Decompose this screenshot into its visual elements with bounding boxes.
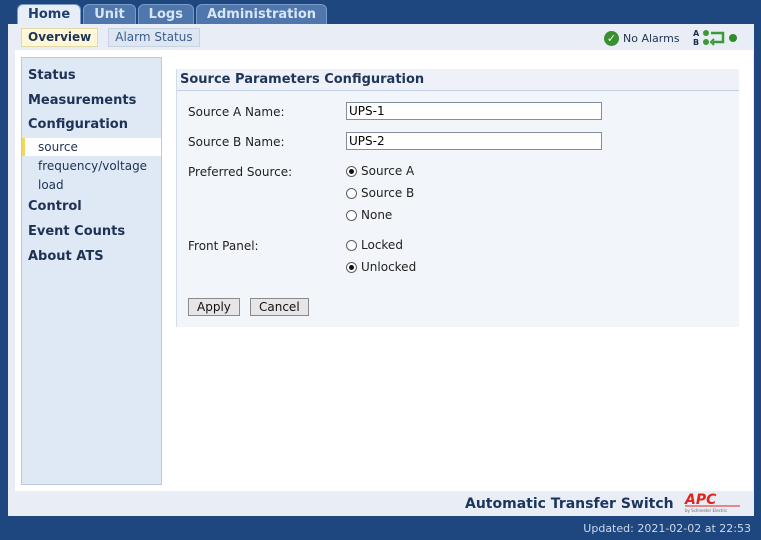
radio-none-label: None	[361, 208, 393, 222]
transfer-switch-icon: A B	[693, 29, 737, 47]
sidebar-item-about-ats[interactable]: About ATS	[28, 249, 104, 264]
radio-source-a-label: Source A	[361, 164, 415, 178]
preferred-source-label: Preferred Source:	[188, 165, 293, 179]
sidebar-item-status[interactable]: Status	[28, 68, 76, 83]
radio-none[interactable]: None	[346, 208, 392, 222]
radio-source-b-dot[interactable]	[346, 187, 357, 199]
alarm-status[interactable]: ✓ No Alarms	[604, 31, 680, 46]
tab-logs[interactable]: Logs	[137, 4, 194, 24]
product-name: Automatic Transfer Switch	[465, 496, 674, 512]
source-a-label: Source A Name:	[188, 105, 285, 119]
apc-logo-subtext: by Schneider Electric	[685, 508, 727, 513]
source-b-name-input[interactable]	[346, 132, 602, 150]
radio-source-a[interactable]: Source A	[346, 164, 414, 178]
ats-icon-letter-a: A	[693, 29, 700, 38]
sidebar-item-control[interactable]: Control	[28, 199, 82, 214]
subtab-alarm-status[interactable]: Alarm Status	[108, 28, 200, 47]
front-panel-label: Front Panel:	[188, 239, 259, 253]
radio-locked-dot[interactable]	[346, 239, 357, 251]
alarm-status-label: No Alarms	[623, 32, 680, 45]
tab-administration[interactable]: Administration	[195, 4, 328, 24]
radio-source-b[interactable]: Source B	[346, 186, 414, 200]
radio-source-b-label: Source B	[361, 186, 415, 200]
sidebar: Status Measurements Configuration source…	[21, 57, 162, 485]
top-nav: Home Unit Logs Administration	[17, 4, 328, 25]
radio-unlocked-label: Unlocked	[361, 260, 417, 274]
sidebar-item-configuration[interactable]: Configuration	[28, 117, 128, 132]
tab-unit[interactable]: Unit	[83, 4, 136, 24]
sidebar-subitem-load[interactable]: load	[38, 178, 64, 192]
radio-source-a-dot[interactable]	[346, 165, 357, 177]
ats-icon-letter-b: B	[693, 38, 699, 47]
subtab-overview[interactable]: Overview	[21, 28, 99, 47]
panel-title: Source Parameters Configuration	[177, 69, 739, 91]
sidebar-subitem-source[interactable]: source	[22, 138, 161, 156]
source-b-label: Source B Name:	[188, 135, 285, 149]
radio-unlocked[interactable]: Unlocked	[346, 260, 416, 274]
apply-button[interactable]: Apply	[188, 298, 240, 316]
apc-logo: APC by Schneider Electric	[684, 492, 740, 513]
tab-home[interactable]: Home	[17, 4, 82, 25]
last-updated: Updated: 2021-02-02 at 22:53	[583, 522, 751, 535]
check-circle-icon: ✓	[604, 31, 619, 46]
source-a-name-input[interactable]	[346, 102, 602, 120]
sidebar-item-event-counts[interactable]: Event Counts	[28, 224, 125, 239]
sidebar-subitem-frequency-voltage[interactable]: frequency/voltage	[38, 159, 147, 173]
radio-none-dot[interactable]	[346, 209, 357, 221]
sidebar-item-measurements[interactable]: Measurements	[28, 93, 136, 108]
radio-locked-label: Locked	[361, 238, 403, 252]
sub-nav: Overview Alarm Status	[21, 28, 200, 47]
cancel-button[interactable]: Cancel	[250, 298, 309, 316]
radio-unlocked-dot[interactable]	[346, 261, 357, 273]
source-config-panel: Source Parameters Configuration Source A…	[176, 69, 739, 327]
radio-locked[interactable]: Locked	[346, 238, 403, 252]
